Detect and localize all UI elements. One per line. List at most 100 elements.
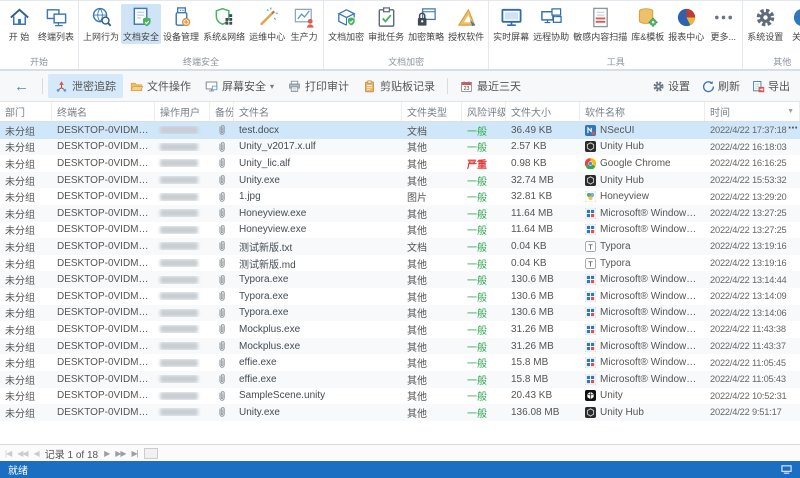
- cell-software-name: T Typora: [580, 241, 705, 252]
- cell-software-name: Unity Hub: [580, 141, 705, 153]
- table-row[interactable]: 未分组 DESKTOP-0VIDMDJ 测试新版.md 其他 一般 0.04 KB T Typ…: [0, 255, 800, 272]
- device-icon: [170, 6, 193, 29]
- ribbon-item-authsoft[interactable]: 授权软件: [446, 4, 486, 44]
- ribbon-item-sysnet[interactable]: 系统&网络: [201, 4, 247, 44]
- action-label: 导出: [768, 81, 790, 93]
- cell-software-name: Microsoft® Windows® Oper...: [580, 274, 705, 286]
- ribbon-item-report[interactable]: 报表中心: [666, 4, 706, 44]
- ribbon-item-box-shield[interactable]: 文档加密: [326, 4, 366, 44]
- date-filter-button[interactable]: 23 最近三天: [453, 74, 528, 98]
- mswin-app-icon: [585, 357, 596, 369]
- pager-extra-button[interactable]: [143, 447, 158, 459]
- table-row[interactable]: 未分组 DESKTOP-0VIDMDJ Mockplus.exe 其他 一般 31.26 …: [0, 337, 800, 355]
- toolbar-tab-screen-safe[interactable]: 屏幕安全 ▾: [198, 74, 281, 98]
- filter-caret-icon[interactable]: ▼: [787, 108, 794, 115]
- cell-file-size: 2.57 KB: [511, 141, 547, 153]
- column-header-time[interactable]: 时间 ▼: [705, 102, 800, 121]
- ribbon-item-label: 生产力: [290, 32, 318, 42]
- table-row[interactable]: 未分组 DESKTOP-0VIDMDJ Unity.exe 其他 一般 136.08 MB…: [0, 404, 800, 421]
- column-header-type[interactable]: 文件类型: [402, 102, 462, 121]
- toolbar-tab-file-op[interactable]: 文件操作: [123, 74, 198, 98]
- table-row[interactable]: 未分组 DESKTOP-0VIDMDJ Honeyview.exe 其他 一般 11.64…: [0, 204, 800, 222]
- row-more-button[interactable]: ⋯: [788, 123, 798, 134]
- table-row[interactable]: 未分组 DESKTOP-0VIDMDJ SampleScene.unity 其他 一般 2…: [0, 388, 800, 405]
- prev-page-button[interactable]: ◀: [34, 449, 40, 458]
- cell-file-name: effie.exe: [239, 357, 277, 369]
- software-name-text: Microsoft® Windows® Oper...: [600, 307, 700, 319]
- table-row[interactable]: 未分组 DESKTOP-0VIDMDJ Typora.exe 其他 一般 130.6 MB…: [0, 304, 800, 322]
- table-row[interactable]: 未分组 DESKTOP-0VIDMDJ Unity.exe 其他 一般 32.74 MB U…: [0, 171, 800, 189]
- ribbon-group-2: 文档加密 审批任务 加密策略 授权软件 文档加密: [324, 1, 490, 69]
- ribbon-item-task[interactable]: 审批任务: [366, 4, 406, 44]
- ribbon-item-home[interactable]: 开 始: [2, 4, 36, 44]
- cell-file-size: 31.26 MB: [511, 323, 554, 335]
- back-button[interactable]: ←: [6, 77, 37, 96]
- cell-file-type: 其他: [407, 159, 427, 171]
- table-row[interactable]: 未分组 DESKTOP-0VIDMDJ Mockplus.exe 其他 一般 31.26 …: [0, 321, 800, 338]
- ribbon-item-terminal-list[interactable]: 终端列表: [36, 4, 76, 44]
- toolbar-tab-trace[interactable]: 泄密追踪: [48, 74, 123, 98]
- table-row[interactable]: 未分组 DESKTOP-0VIDMDJ Typora.exe 其他 一般 130.6 MB…: [0, 271, 800, 288]
- cell-department: 未分组: [5, 159, 35, 171]
- paperclip-icon: [215, 240, 229, 252]
- ribbon-item-about[interactable]: 关 于: [785, 4, 800, 44]
- ribbon-item-productivity[interactable]: 生产力: [287, 4, 321, 44]
- cell-risk-rating: 一般: [467, 392, 487, 404]
- cell-terminal-name: DESKTOP-0VIDMDJ: [57, 274, 151, 286]
- table-row[interactable]: 未分组 DESKTOP-0VIDMDJ Unity_v2017.x.ulf 其他 一般 2…: [0, 138, 800, 156]
- ribbon-item-settings[interactable]: 系统设置: [745, 4, 785, 44]
- column-header-dept[interactable]: 部门: [0, 102, 52, 121]
- ribbon-item-lock[interactable]: 加密策略: [406, 4, 446, 44]
- first-page-button[interactable]: |◀: [5, 449, 12, 458]
- task-icon: [375, 6, 398, 29]
- column-header-file[interactable]: 文件名: [234, 102, 402, 121]
- cell-file-type: 其他: [407, 259, 427, 271]
- table-row[interactable]: 未分组 DESKTOP-0VIDMDJ 1.jpg 图片 一般 32.81 KB Honey…: [0, 188, 800, 205]
- ribbon-item-screen[interactable]: 实时屏幕: [491, 4, 531, 44]
- toolbar-tab-print[interactable]: 打印审计: [281, 74, 356, 98]
- table-row[interactable]: 未分组 DESKTOP-0VIDMDJ Honeyview.exe 其他 一般 11.64…: [0, 222, 800, 239]
- table-row[interactable]: 未分组 DESKTOP-0VIDMDJ Unity_lic.alf 其他 严重 0.98 …: [0, 155, 800, 172]
- gear-small-icon: [652, 80, 665, 93]
- ribbon-item-library[interactable]: 库&模板: [629, 4, 666, 44]
- ribbon-item-label: 加密策略: [408, 32, 445, 42]
- refresh-button[interactable]: 刷新: [702, 78, 740, 94]
- cell-terminal-name: DESKTOP-0VIDMDJ: [57, 141, 151, 153]
- cell-time: 2022/4/22 13:14:44: [710, 274, 787, 285]
- column-header-sw[interactable]: 软件名称: [580, 102, 705, 121]
- toolbar-tab-clipboard[interactable]: 剪贴板记录: [356, 74, 442, 98]
- column-header-risk[interactable]: 风险评级: [462, 102, 506, 121]
- next-page-button[interactable]: ▶: [104, 449, 110, 458]
- ribbon-item-doc-shield[interactable]: 文档安全: [121, 4, 162, 44]
- ribbon-item-web[interactable]: 上网行为: [81, 4, 121, 44]
- table-row[interactable]: 未分组 DESKTOP-0VIDMDJ test.docx 文档 一般 36.49 KB N…: [0, 122, 800, 139]
- column-header-backup[interactable]: 备份: [210, 102, 234, 121]
- ribbon-item-scan[interactable]: 敏感内容扫描: [571, 4, 629, 44]
- last-page-button[interactable]: ▶|: [132, 449, 139, 458]
- gear-button[interactable]: 设置: [652, 78, 690, 94]
- ribbon-item-device[interactable]: 设备管理: [161, 4, 201, 44]
- next-fast-button[interactable]: ▶▶: [115, 449, 126, 458]
- about-icon: [791, 6, 800, 29]
- ribbon-item-wand[interactable]: 运维中心: [247, 4, 287, 44]
- table-row[interactable]: 未分组 DESKTOP-0VIDMDJ Typora.exe 其他 一般 130.6 MB…: [0, 288, 800, 305]
- redacted-user-text: [160, 225, 198, 234]
- cell-backup: [210, 141, 234, 153]
- column-header-size[interactable]: 文件大小: [506, 102, 580, 121]
- table-row[interactable]: 未分组 DESKTOP-0VIDMDJ effie.exe 其他 一般 15.8 MB Mi…: [0, 370, 800, 388]
- cell-file-type: 其他: [407, 226, 427, 238]
- screen-icon: [500, 6, 523, 29]
- table-row[interactable]: 未分组 DESKTOP-0VIDMDJ 测试新版.txt 文档 一般 0.04 KB T Ty…: [0, 238, 800, 255]
- prev-fast-button[interactable]: ◀◀: [17, 449, 28, 458]
- column-header-label: 文件名: [239, 108, 269, 119]
- column-header-terminal[interactable]: 终端名: [52, 102, 155, 121]
- redacted-user-text: [160, 342, 198, 351]
- software-name-text: Microsoft® Windows® Oper...: [600, 207, 700, 219]
- ribbon-item-more[interactable]: 更多...: [706, 4, 740, 44]
- export-button[interactable]: 导出: [752, 78, 790, 94]
- ribbon-item-remote[interactable]: 远程协助: [531, 4, 571, 44]
- redacted-user-text: [160, 176, 198, 185]
- table-row[interactable]: 未分组 DESKTOP-0VIDMDJ effie.exe 其他 一般 15.8 MB Mi…: [0, 354, 800, 371]
- column-header-user[interactable]: 操作用户: [155, 102, 210, 121]
- cell-terminal-name: DESKTOP-0VIDMDJ: [57, 174, 151, 186]
